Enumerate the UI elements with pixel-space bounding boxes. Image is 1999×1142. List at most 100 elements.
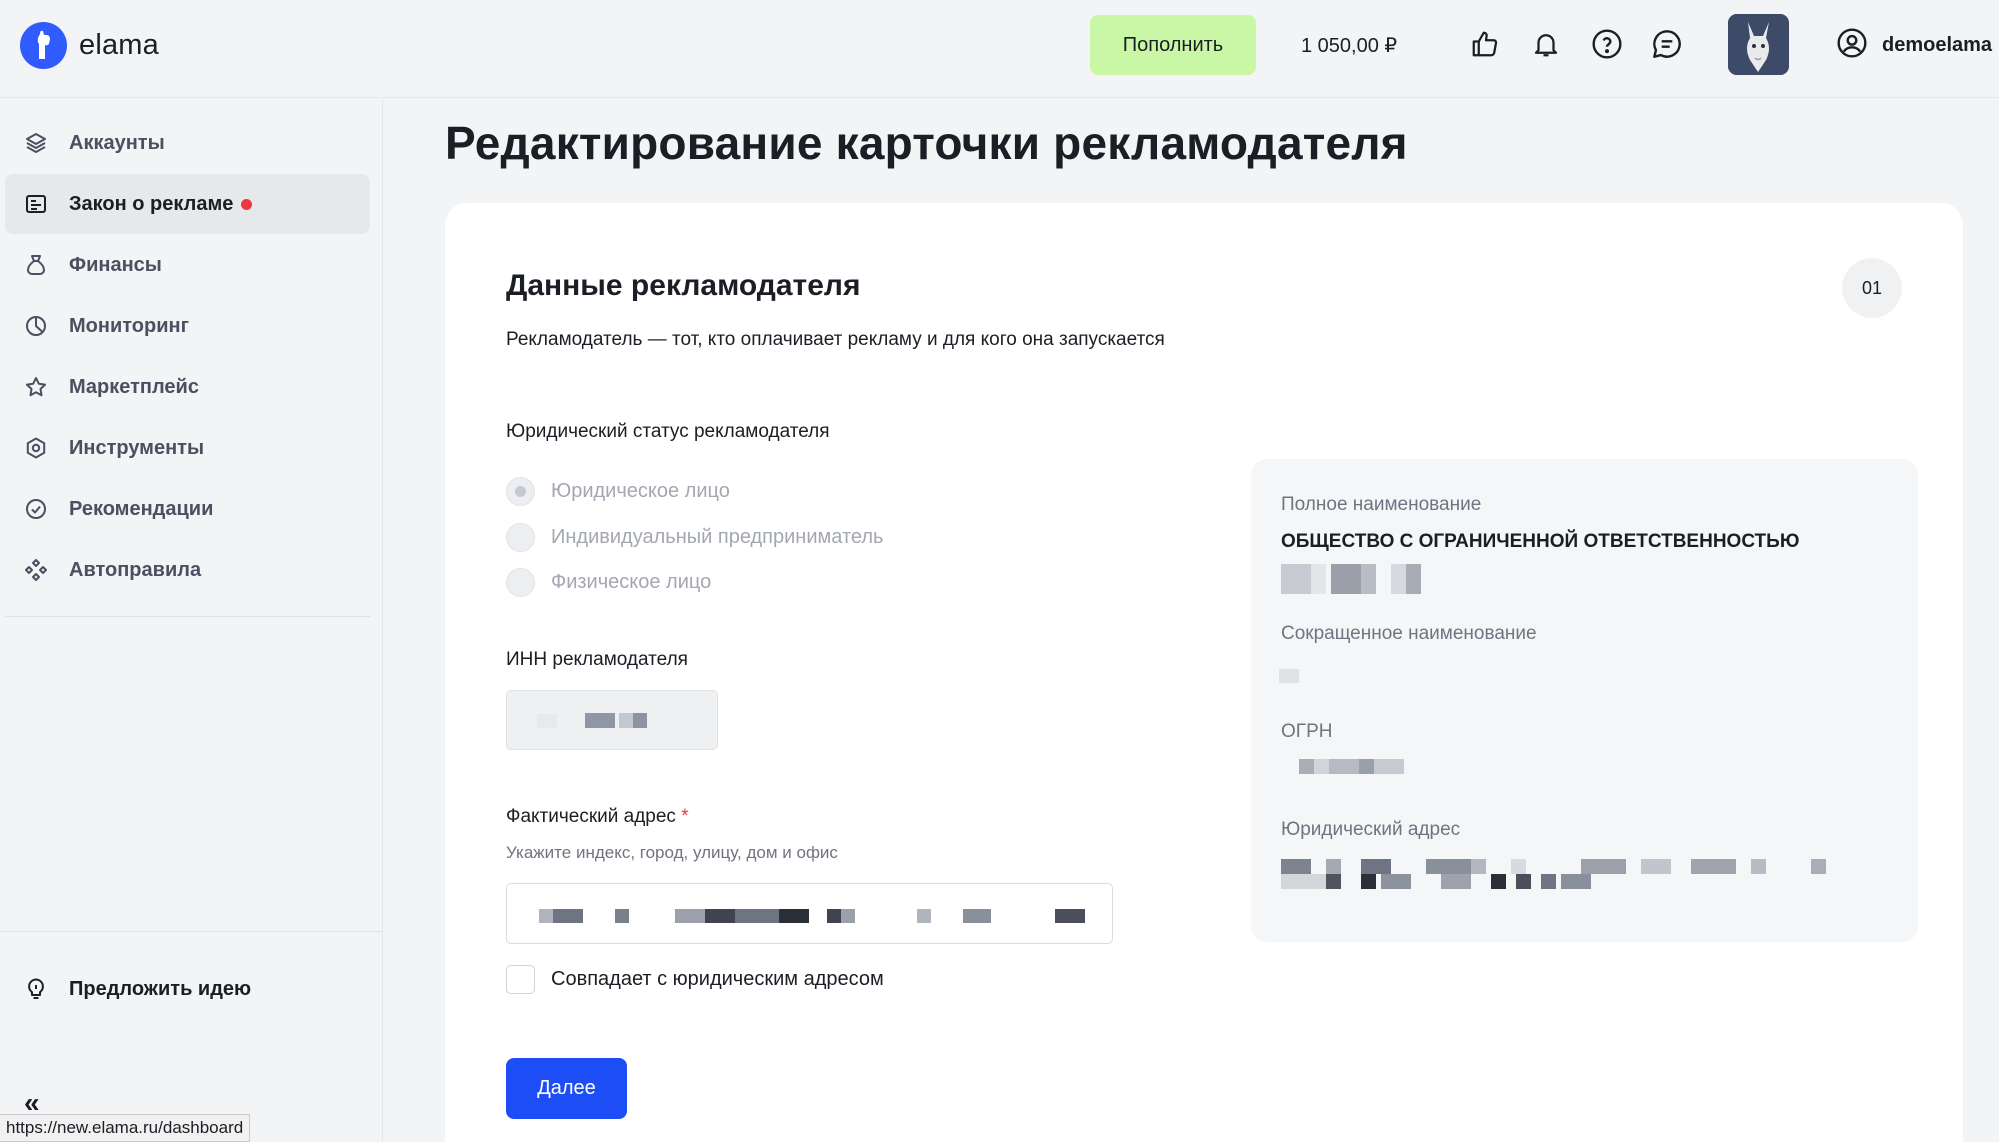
redacted-pixel [1331,564,1361,594]
sidebar-item-finance[interactable]: Финансы [5,235,370,295]
thumbs-up-icon[interactable] [1468,27,1502,61]
inn-field[interactable] [506,690,718,750]
radio-label: Юридическое лицо [551,480,730,502]
section-title: Данные рекламодателя [506,269,861,302]
radio-individual[interactable]: Физическое лицо [506,568,711,597]
redacted-pixel [1751,859,1766,874]
redacted-pixel [1426,859,1471,874]
pie-chart-icon [23,313,49,339]
short-name-label: Сокращенное наименование [1281,623,1537,644]
redacted-pixel [1311,564,1326,594]
redacted-pixel [1361,859,1391,874]
ogrn-label: ОГРН [1281,721,1333,742]
sidebar-item-label: Финансы [69,253,162,276]
full-name-value: ОБЩЕСТВО С ОГРАНИЧЕННОЙ ОТВЕТСТВЕННОСТЬЮ [1281,531,1800,552]
redacted-pixel [1279,669,1299,683]
sidebar-divider [5,616,370,617]
sidebar-item-accounts[interactable]: Аккаунты [5,113,370,173]
redacted-pixel [619,713,633,728]
redacted-pixel [1391,564,1406,594]
redacted-pixel [1811,859,1826,874]
topup-button[interactable]: Пополнить [1090,15,1256,75]
avatar[interactable] [1728,14,1789,75]
same-address-checkbox[interactable] [506,965,535,994]
redacted-pixel [735,909,779,923]
address-label-text: Фактический адрес [506,806,676,827]
redacted-pixel [1281,859,1311,874]
sidebar: Аккаунты Закон о рекламе Финансы Монитор… [0,99,383,1142]
redacted-pixel [1281,874,1326,889]
chat-icon[interactable] [1650,27,1684,61]
radio-legal-entity[interactable]: Юридическое лицо [506,477,730,506]
redacted-pixel [1516,874,1531,889]
sidebar-divider [0,931,383,932]
redacted-pixel [1374,759,1404,774]
redacted-pixel [705,909,735,923]
sidebar-item-label: Рекомендации [69,497,214,520]
section-description: Рекламодатель — тот, кто оплачивает рекл… [506,329,1165,350]
radio-button[interactable] [506,523,535,552]
address-input[interactable] [506,883,1113,944]
redacted-pixel [1326,874,1341,889]
redacted-pixel [1491,874,1506,889]
sidebar-item-label: Мониторинг [69,314,189,337]
redacted-pixel [1326,859,1341,874]
redacted-pixel [963,909,991,923]
sidebar-item-label: Маркетплейс [69,375,199,398]
same-address-label: Совпадает с юридическим адресом [551,968,884,990]
legal-address-label: Юридический адрес [1281,819,1461,840]
sidebar-item-marketplace[interactable]: Маркетплейс [5,357,370,417]
redacted-pixel [1299,759,1314,774]
sidebar-item-recommendations[interactable]: Рекомендации [5,479,370,539]
username: demoelama [1882,34,1993,56]
help-icon[interactable] [1590,27,1624,61]
sidebar-item-tools[interactable]: Инструменты [5,418,370,478]
address-hint: Укажите индекс, город, улицу, дом и офис [506,843,838,862]
same-address-checkbox-row[interactable]: Совпадает с юридическим адресом [506,965,884,994]
redacted-pixel [1641,859,1671,874]
radio-button[interactable] [506,568,535,597]
notification-dot [241,198,253,210]
sidebar-item-label: Аккаунты [69,131,165,154]
sidebar-item-autorules[interactable]: Автоправила [5,540,370,600]
advertiser-form-card: Данные рекламодателя 01 Рекламодатель — … [445,203,1963,1142]
redacted-pixel [1329,759,1359,774]
elama-logo[interactable]: elama [20,22,159,69]
status-bar-url: https://new.elama.ru/dashboard [0,1114,251,1142]
diamond-grid-icon [23,557,49,583]
radio-button[interactable] [506,477,535,506]
top-header: elama Пополнить 1 050,00 ₽ demoelama [0,0,1999,98]
star-icon [23,374,49,400]
redacted-pixel [675,909,705,923]
page-title: Редактирование карточки рекламодателя [445,117,1408,169]
redacted-pixel [553,909,583,923]
redacted-pixel [1361,564,1376,594]
balance-amount: 1 050,00 ₽ [1301,35,1398,57]
radio-individual-entrepreneur[interactable]: Индивидуальный предприниматель [506,523,883,552]
redacted-pixel [841,909,855,923]
user-circle-icon [1836,27,1868,64]
card-icon [23,191,49,217]
llama-logo-icon [20,22,67,69]
redacted-pixel [1691,859,1736,874]
redacted-pixel [1381,874,1411,889]
required-marker: * [681,806,689,827]
redacted-pixel [1471,859,1486,874]
suggest-idea-label: Предложить идею [69,977,252,1000]
redacted-pixel [537,714,557,728]
full-name-label: Полное наименование [1281,494,1482,515]
user-menu[interactable]: demoelama [1836,27,1992,64]
sidebar-item-monitoring[interactable]: Мониторинг [5,296,370,356]
redacted-pixel [633,713,647,728]
bell-icon[interactable] [1529,27,1563,61]
redacted-pixel [1581,859,1626,874]
money-bag-icon [23,252,49,278]
sidebar-item-label: Автоправила [69,558,202,581]
redacted-pixel [1406,564,1421,594]
suggest-idea-button[interactable]: Предложить идею [23,976,251,1002]
redacted-pixel [1361,874,1376,889]
next-button[interactable]: Далее [506,1058,627,1119]
sidebar-item-ad-law[interactable]: Закон о рекламе [5,174,370,234]
check-circle-icon [23,496,49,522]
settings-icon [23,435,49,461]
